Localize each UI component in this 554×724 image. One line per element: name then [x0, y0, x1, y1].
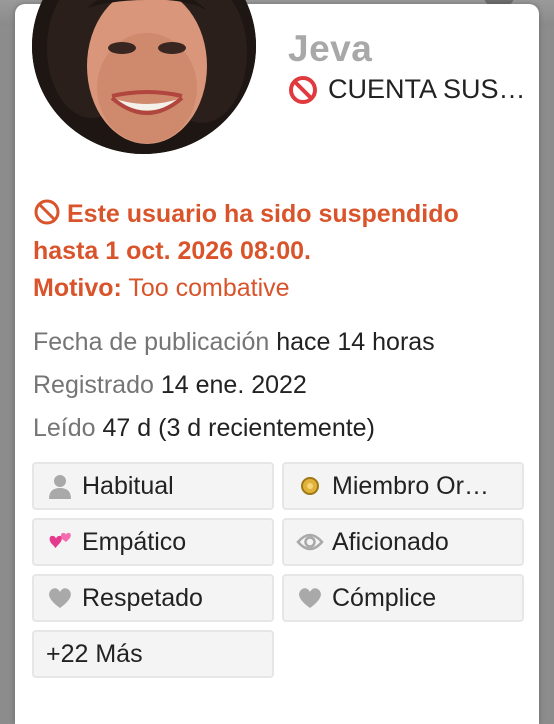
more-badges-label: +22 Más [46, 639, 143, 668]
reason-value: Too combative [128, 274, 290, 302]
avatar[interactable] [32, 0, 256, 154]
badge-empatico[interactable]: Empático [32, 518, 274, 566]
user-card: Jeva CUENTA SUS… Este usuario ha sido su… [15, 0, 539, 724]
reason-label: Motivo: [33, 274, 122, 302]
two-hearts-icon [46, 528, 74, 556]
last-post-label: Fecha de publicación [33, 328, 270, 356]
username[interactable]: Jeva [288, 28, 372, 70]
badge-list: Habitual Miembro Or… Empático Aficionado… [32, 462, 524, 678]
suspension-notice: Este usuario ha sido suspendido hasta 1 … [33, 196, 513, 270]
read-time-row: Leído 47 d (3 d recientemente) [33, 414, 375, 443]
account-status: CUENTA SUS… [288, 74, 526, 105]
prohibited-icon [289, 75, 317, 104]
suspension-reason: Motivo: Too combative [33, 274, 290, 303]
badge-label: Aficionado [332, 527, 449, 556]
badge-label: Respetado [82, 583, 203, 612]
read-time-label: Leído [33, 414, 96, 442]
suspension-message: Este usuario ha sido suspendido hasta 1 … [33, 200, 459, 265]
badge-label: Empático [82, 527, 187, 556]
heart-icon [296, 584, 324, 612]
last-post-value: hace 14 horas [276, 328, 435, 356]
read-time-value: 47 d (3 d recientemente) [102, 414, 375, 442]
badge-label: Cómplice [332, 583, 437, 612]
badge-label: Habitual [82, 471, 174, 500]
ban-icon [34, 199, 60, 225]
last-post-row: Fecha de publicación hace 14 horas [33, 328, 435, 357]
badge-respetado[interactable]: Respetado [32, 574, 274, 622]
badge-habitual[interactable]: Habitual [32, 462, 274, 510]
badge-complice[interactable]: Cómplice [282, 574, 524, 622]
account-status-text: CUENTA SUS… [328, 74, 526, 104]
badge-label: Miembro Or… [332, 471, 489, 500]
more-badges-button[interactable]: +22 Más [32, 630, 274, 678]
eye-icon [296, 528, 324, 556]
badge-aficionado[interactable]: Aficionado [282, 518, 524, 566]
joined-row: Registrado 14 ene. 2022 [33, 371, 307, 400]
person-icon [46, 472, 74, 500]
joined-label: Registrado [33, 371, 154, 399]
badge-miembro-original[interactable]: Miembro Or… [282, 462, 524, 510]
gold-badge-icon [296, 472, 324, 500]
joined-value: 14 ene. 2022 [160, 371, 307, 399]
heart-icon [46, 584, 74, 612]
